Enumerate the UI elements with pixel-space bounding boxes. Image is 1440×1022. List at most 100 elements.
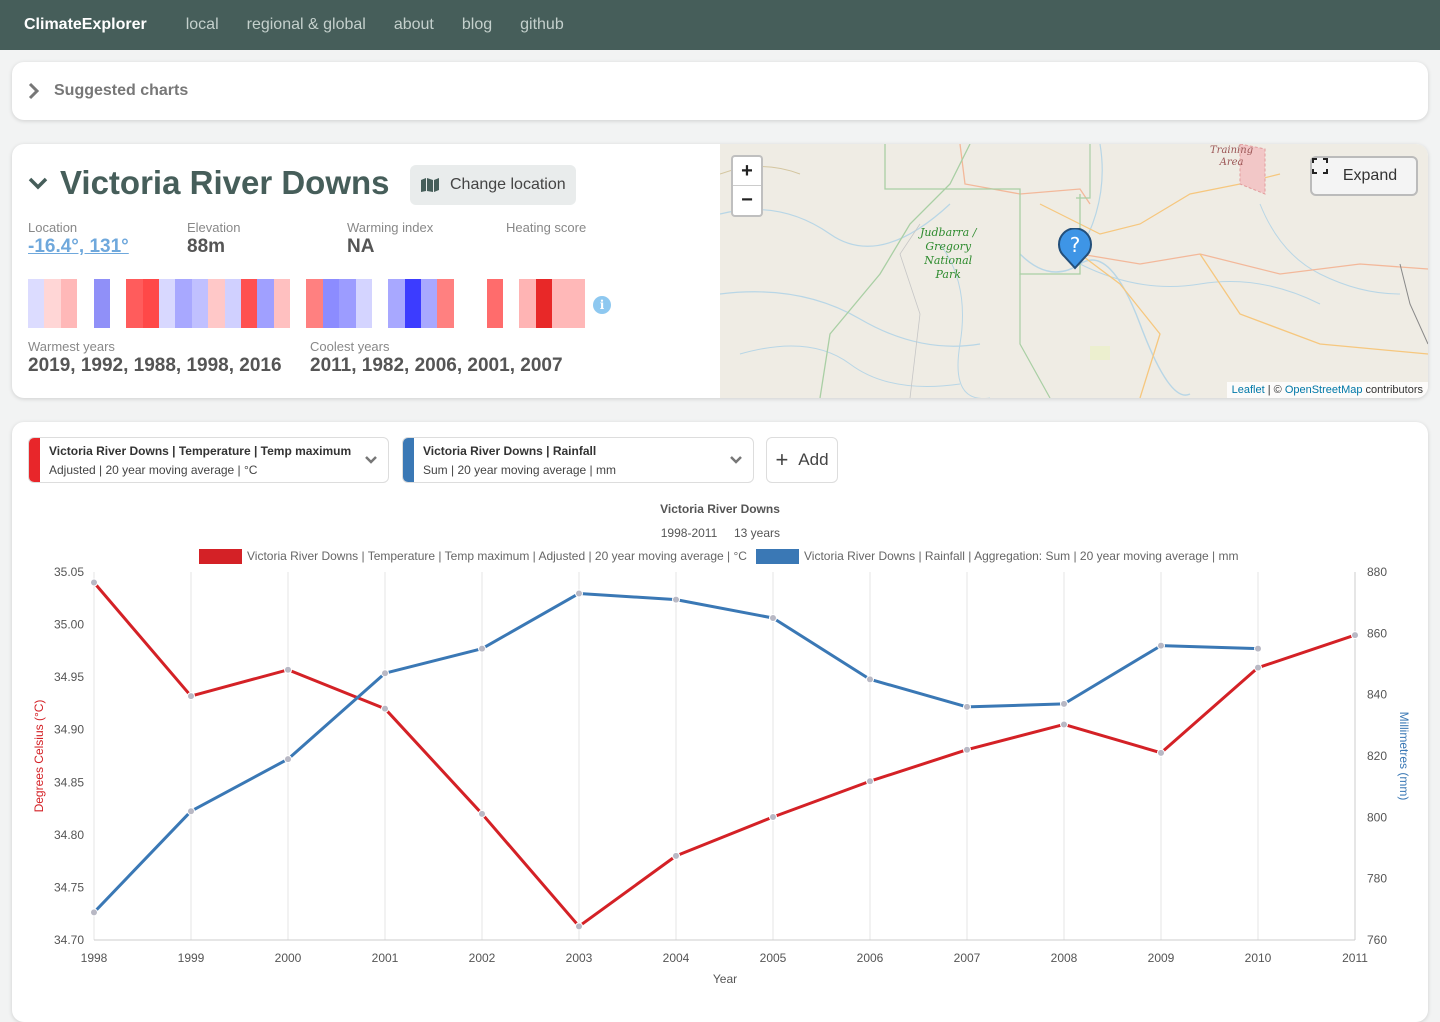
climate-stripe[interactable] <box>109 279 127 328</box>
map-attribution: Leaflet | © OpenStreetMap contributors <box>1226 382 1428 398</box>
climate-stripe[interactable] <box>224 279 241 328</box>
location-coordinates-link[interactable]: -16.4°, 131° <box>28 236 129 258</box>
map-icon <box>420 177 440 193</box>
climate-stripe[interactable] <box>404 279 421 328</box>
chart-title: Victoria River Downs <box>660 502 780 516</box>
climate-stripe[interactable] <box>339 279 356 328</box>
change-location-button[interactable]: Change location <box>410 165 576 205</box>
climate-stripe[interactable] <box>126 279 143 328</box>
climate-stripe[interactable] <box>421 279 438 328</box>
series-color-bar <box>403 438 414 482</box>
climate-stripe[interactable] <box>371 279 389 328</box>
climate-stripe[interactable] <box>437 279 454 328</box>
climate-stripe[interactable] <box>142 279 159 328</box>
climate-stripe[interactable] <box>93 279 110 328</box>
data-point-temperature <box>90 578 98 587</box>
climate-stripe[interactable] <box>453 279 471 328</box>
climate-stripe[interactable] <box>191 279 209 328</box>
suggested-charts-panel[interactable]: Suggested charts <box>12 62 1428 120</box>
climate-stripe[interactable] <box>60 279 78 328</box>
data-point-rainfall <box>1060 699 1068 708</box>
climate-stripe[interactable] <box>535 279 552 328</box>
nav-local[interactable]: local <box>186 16 219 34</box>
x-tick-label: 2004 <box>663 951 690 965</box>
chevron-down-icon[interactable] <box>364 453 378 472</box>
x-tick-label: 1999 <box>178 951 205 965</box>
x-tick-label: 1998 <box>81 951 108 965</box>
chevron-right-icon[interactable] <box>28 82 40 100</box>
leaflet-link[interactable]: Leaflet <box>1232 384 1265 396</box>
climate-stripe[interactable] <box>159 279 176 328</box>
climate-stripe[interactable] <box>552 279 569 328</box>
series-selector-temperature[interactable]: Victoria River Downs | Temperature | Tem… <box>28 437 389 483</box>
brand-logo[interactable]: ClimateExplorer <box>24 16 147 34</box>
data-point-rainfall <box>769 614 777 622</box>
attribution-sep: | © <box>1264 384 1285 396</box>
nav-about[interactable]: about <box>394 16 434 34</box>
climate-stripe[interactable] <box>322 279 340 328</box>
climate-stripe[interactable] <box>355 279 372 328</box>
nav-regional-global[interactable]: regional & global <box>247 16 366 34</box>
climate-stripe[interactable] <box>257 279 274 328</box>
data-point-temperature <box>575 922 583 931</box>
suggested-charts-label: Suggested charts <box>54 82 189 99</box>
x-tick-label: 2007 <box>954 951 981 965</box>
climate-stripes[interactable] <box>28 279 585 328</box>
series-selector-rainfall[interactable]: Victoria River Downs | Rainfall Sum | 20… <box>402 437 754 483</box>
y-right-tick-label: 860 <box>1367 626 1387 640</box>
x-tick-label: 2008 <box>1051 951 1078 965</box>
climate-stripe[interactable] <box>44 279 61 328</box>
elevation-stat: Elevation 88m <box>187 220 240 258</box>
climate-stripe[interactable] <box>77 279 94 328</box>
y-left-tick-label: 34.85 <box>54 775 84 789</box>
climate-stripe[interactable] <box>486 279 503 328</box>
y-right-tick-label: 760 <box>1367 933 1387 947</box>
info-icon[interactable]: i <box>593 296 611 314</box>
add-series-button[interactable]: + Add <box>766 437 838 483</box>
climate-stripe[interactable] <box>240 279 258 328</box>
x-tick-label: 2010 <box>1245 951 1272 965</box>
y-right-tick-label: 780 <box>1367 872 1387 886</box>
y-left-tick-label: 34.75 <box>54 880 84 894</box>
x-tick-label: 2011 <box>1342 951 1368 965</box>
nav-github[interactable]: github <box>520 16 564 34</box>
data-point-rainfall <box>1254 644 1262 653</box>
x-tick-label: 2002 <box>469 951 496 965</box>
climate-stripe[interactable] <box>568 279 585 328</box>
data-point-rainfall <box>381 669 389 678</box>
navbar: ClimateExplorer local regional & global … <box>0 0 1440 50</box>
climate-stripe[interactable] <box>519 279 536 328</box>
warmest-years-label: Warmest years <box>28 339 115 354</box>
climate-stripe[interactable] <box>175 279 192 328</box>
data-point-temperature <box>963 745 971 754</box>
osm-link[interactable]: OpenStreetMap <box>1285 384 1363 396</box>
data-point-temperature <box>1157 748 1165 757</box>
x-tick-label: 2001 <box>372 951 399 965</box>
chevron-down-icon[interactable] <box>729 453 743 472</box>
location-map[interactable]: Judbarra / Gregory National Park Trainin… <box>720 144 1428 398</box>
training-area-label: Training Area <box>1210 145 1253 169</box>
climate-stripe[interactable] <box>208 279 225 328</box>
climate-stripe[interactable] <box>306 279 323 328</box>
x-tick-label: 2003 <box>566 951 593 965</box>
coolest-years-label: Coolest years <box>310 339 390 354</box>
climate-stripe[interactable] <box>290 279 307 328</box>
data-point-temperature <box>866 777 874 786</box>
chevron-down-icon[interactable] <box>28 176 48 190</box>
climate-stripe[interactable] <box>28 279 45 328</box>
zoom-out-button[interactable]: − <box>733 186 761 215</box>
expand-map-button[interactable]: Expand <box>1310 156 1418 196</box>
y-left-tick-label: 34.80 <box>54 828 84 842</box>
data-point-temperature <box>478 809 486 818</box>
zoom-in-button[interactable]: + <box>733 157 761 186</box>
data-point-rainfall <box>575 589 583 598</box>
climate-stripe[interactable] <box>502 279 520 328</box>
training-label-line-2: Area <box>1219 157 1244 168</box>
climate-stripe[interactable] <box>470 279 487 328</box>
park-label-line-2: Gregory <box>925 240 972 253</box>
climate-stripe[interactable] <box>273 279 290 328</box>
chart-card: Victoria River Downs 1998-2011 13 years Vic… <box>12 422 1428 1022</box>
climate-stripe[interactable] <box>388 279 405 328</box>
warming-index-value: NA <box>347 236 375 257</box>
nav-blog[interactable]: blog <box>462 16 492 34</box>
